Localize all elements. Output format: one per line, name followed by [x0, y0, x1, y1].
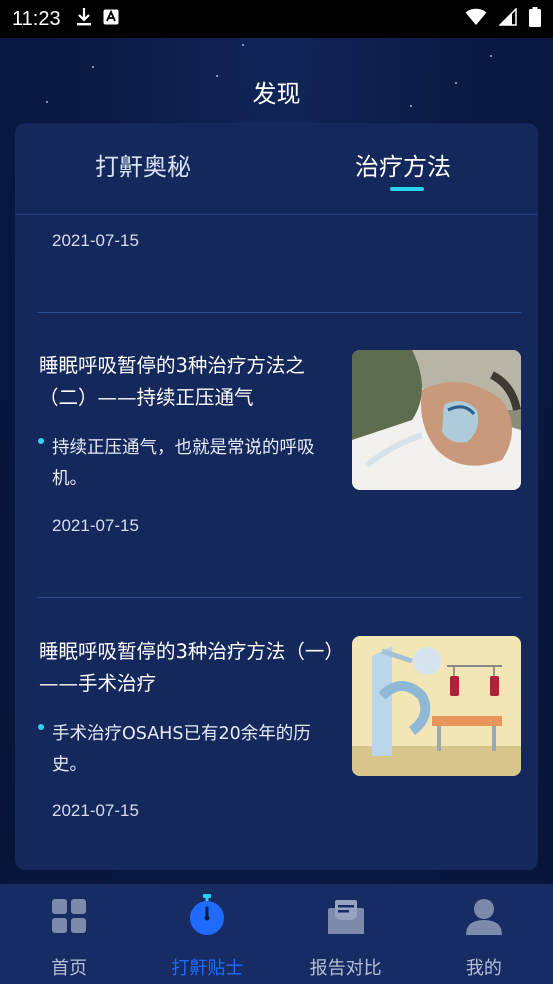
article-date: 2021-07-15 — [52, 231, 139, 250]
nav-report-compare[interactable]: 报告对比 — [277, 884, 415, 984]
bullet-dot — [38, 724, 44, 730]
user-icon — [465, 898, 503, 940]
nav-label: 报告对比 — [309, 958, 382, 979]
article-date: 2021-07-15 — [52, 801, 139, 820]
signal-icon — [498, 6, 517, 31]
nav-snoring-tips[interactable]: 打鼾贴士 — [138, 884, 276, 984]
tab-treatment-methods[interactable]: 治疗方法 — [355, 147, 451, 182]
grid-icon — [51, 898, 87, 938]
cpap-mask-image[interactable] — [352, 350, 521, 490]
status-time: 11:23 — [12, 7, 61, 30]
mail-report-icon — [327, 898, 365, 940]
bottom-navigation: 首页 打鼾贴士 报告对比 我的 — [0, 884, 553, 984]
nav-home[interactable]: 首页 — [0, 884, 138, 984]
nav-profile[interactable]: 我的 — [415, 884, 553, 984]
nav-label: 打鼾贴士 — [171, 958, 244, 979]
article-summary: 持续正压通气，也就是常说的呼吸机。 — [52, 438, 315, 489]
nav-label: 首页 — [51, 958, 88, 979]
divider — [37, 597, 521, 598]
bullet-dot — [38, 438, 44, 444]
wifi-icon — [465, 8, 487, 31]
divider — [37, 312, 521, 313]
article-title[interactable]: 睡眠呼吸暂停的3种治疗方法（一）——手术治疗 — [39, 636, 339, 700]
page-title: 发现 — [252, 80, 301, 108]
article-summary: 手术治疗OSAHS已有20余年的历史。 — [52, 724, 311, 775]
operating-room-image[interactable] — [352, 636, 521, 776]
tab-bar: 打鼾奥秘 治疗方法 — [15, 123, 538, 215]
font-app-icon — [103, 9, 119, 30]
tab-active-indicator — [390, 187, 424, 191]
star-decoration — [92, 66, 94, 68]
nav-label: 我的 — [465, 958, 502, 979]
article-date: 2021-07-15 — [52, 516, 139, 535]
stopwatch-icon — [188, 894, 226, 940]
star-decoration — [242, 44, 244, 46]
star-decoration — [490, 55, 492, 57]
tab-snoring-secrets[interactable]: 打鼾奥秘 — [95, 147, 191, 182]
content-card: 打鼾奥秘 治疗方法 2021-07-15 睡眠呼吸暂停的3种治疗方法之（二）——… — [15, 123, 538, 870]
status-bar: 11:23 — [0, 0, 553, 38]
download-icon — [75, 7, 93, 32]
battery-icon — [529, 6, 541, 32]
article-title[interactable]: 睡眠呼吸暂停的3种治疗方法之（二）——持续正压通气 — [39, 350, 339, 414]
